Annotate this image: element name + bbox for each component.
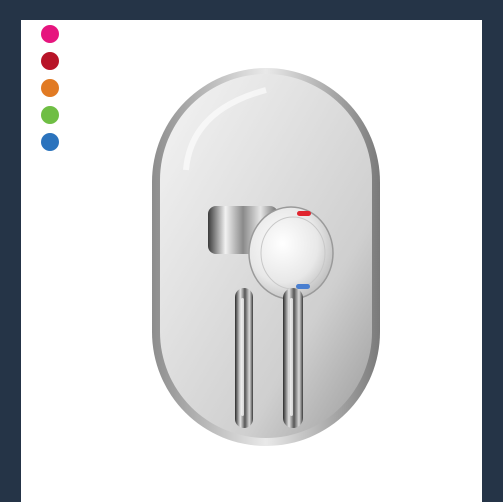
- knob-face: [248, 206, 334, 300]
- product-image: [152, 68, 380, 446]
- product-card: [21, 20, 482, 502]
- hot-indicator: [297, 211, 311, 216]
- cold-indicator: [296, 284, 310, 289]
